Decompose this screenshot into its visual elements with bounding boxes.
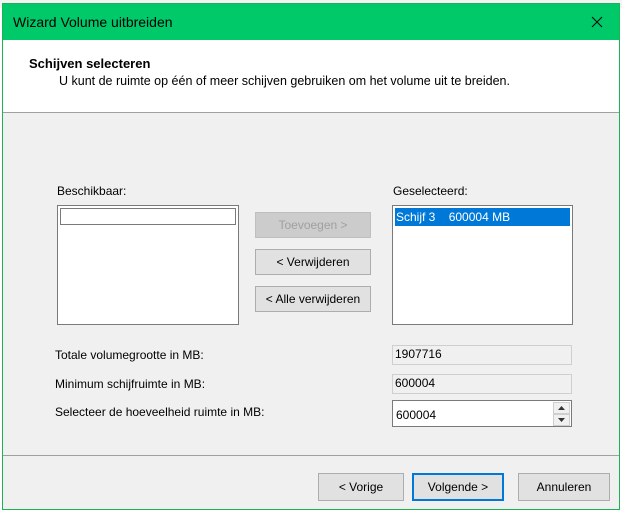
close-icon	[591, 16, 603, 28]
selected-label: Geselecteerd:	[393, 184, 468, 198]
cancel-button[interactable]: Annuleren	[518, 473, 610, 501]
amount-spinbox[interactable]	[392, 400, 572, 428]
selected-list-item[interactable]: Schijf 3 600004 MB	[395, 208, 570, 226]
chevron-up-icon	[558, 406, 565, 410]
available-listbox[interactable]	[57, 205, 239, 325]
page-title: Schijven selecteren	[29, 56, 151, 71]
spin-up-button[interactable]	[553, 402, 570, 414]
remove-button[interactable]: < Verwijderen	[255, 249, 371, 275]
next-button[interactable]: Volgende >	[412, 473, 504, 501]
selected-listbox[interactable]: Schijf 3 600004 MB	[392, 205, 573, 325]
add-button[interactable]: Toevoegen >	[255, 212, 371, 238]
wizard-window: Wizard Volume uitbreiden Schijven select…	[2, 3, 620, 510]
title-bar: Wizard Volume uitbreiden	[3, 4, 619, 40]
minimum-size-value: 600004	[392, 374, 572, 394]
remove-all-button[interactable]: < Alle verwijderen	[255, 286, 371, 312]
footer-separator	[3, 455, 619, 456]
available-list-focus-item[interactable]	[60, 208, 236, 225]
window-title: Wizard Volume uitbreiden	[13, 14, 173, 30]
back-button[interactable]: < Vorige	[318, 473, 404, 501]
total-size-label: Totale volumegrootte in MB:	[55, 348, 204, 362]
selected-item-disk: Schijf 3	[396, 210, 436, 224]
spin-down-button[interactable]	[553, 414, 570, 426]
total-size-value: 1907716	[392, 345, 572, 365]
amount-input[interactable]	[393, 401, 548, 428]
selected-item-size: 600004 MB	[448, 210, 511, 224]
close-button[interactable]	[575, 4, 619, 40]
available-label: Beschikbaar:	[57, 184, 127, 198]
amount-label: Selecteer de hoeveelheid ruimte in MB:	[55, 405, 265, 419]
chevron-down-icon	[558, 418, 565, 422]
wizard-header: Schijven selecteren U kunt de ruimte op …	[3, 40, 619, 113]
page-subtitle: U kunt de ruimte op één of meer schijven…	[59, 74, 510, 88]
minimum-size-label: Minimum schijfruimte in MB:	[55, 377, 206, 391]
